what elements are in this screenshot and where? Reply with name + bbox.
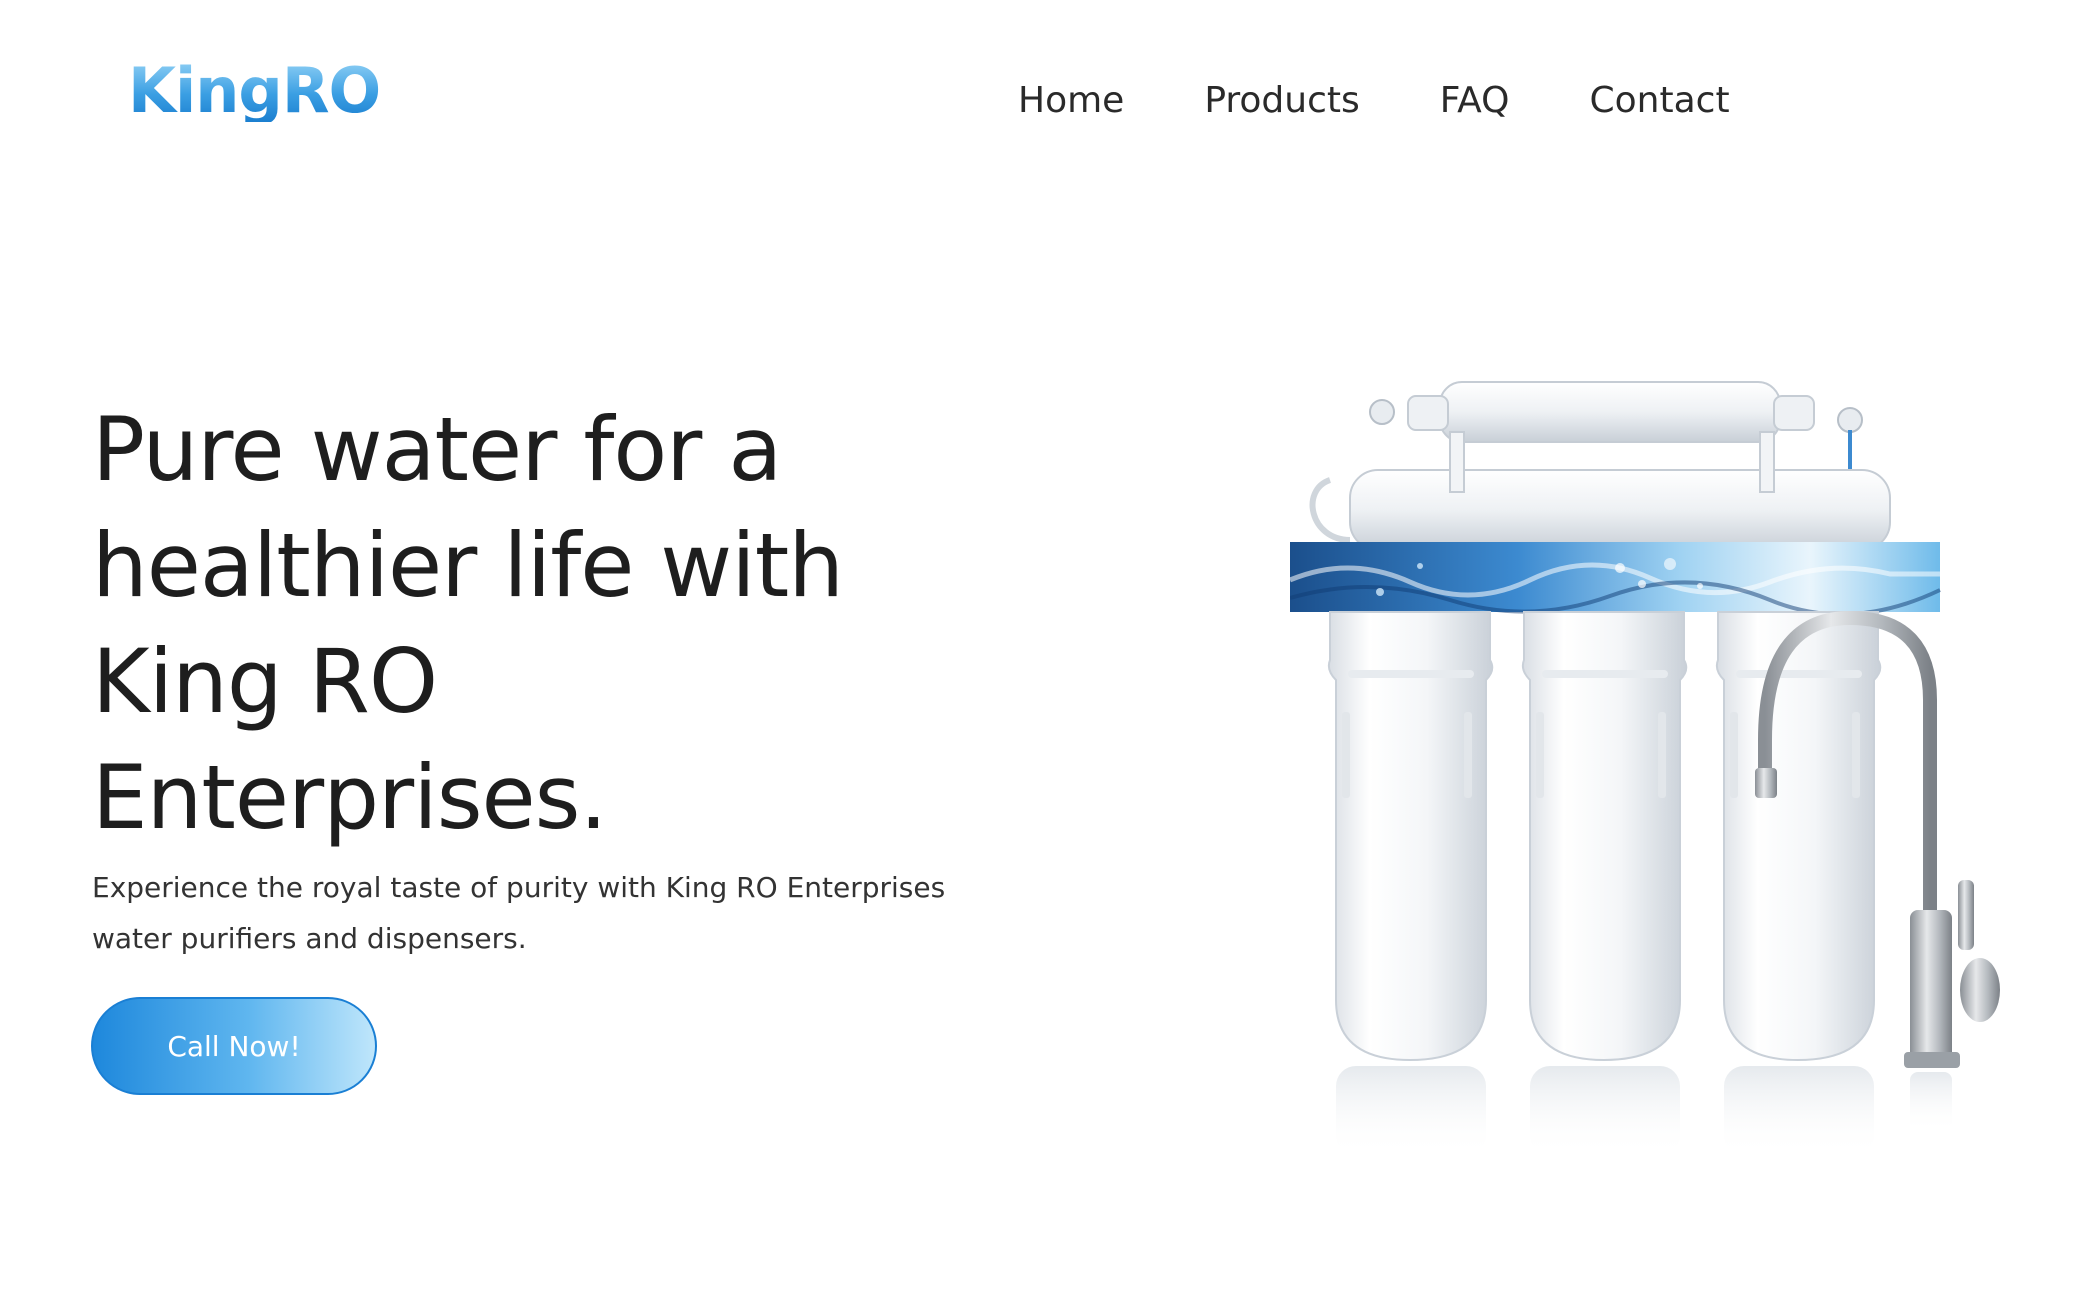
nav-item-home: Home (1018, 76, 1124, 126)
hero-title-line: Pure water for a (92, 398, 782, 501)
main-nav: Home Products FAQ Contact (1018, 76, 1730, 126)
nav-link-faq[interactable]: FAQ (1440, 80, 1510, 121)
brand-logo[interactable]: KingRO (128, 60, 381, 122)
nav-item-faq: FAQ (1440, 76, 1510, 126)
nav-link-contact[interactable]: Contact (1590, 80, 1730, 121)
nav-link-home[interactable]: Home (1018, 80, 1124, 121)
nav-link-products[interactable]: Products (1204, 80, 1359, 121)
ro-water-purifier-with-faucet-icon (1289, 360, 2070, 1170)
hero-title: Pure water for a healthier life with Kin… (92, 392, 992, 856)
hero-subtitle: Experience the royal taste of purity wit… (92, 862, 992, 964)
hero-subtitle-line: Experience the royal taste of purity wit… (92, 871, 946, 904)
nav-item-contact: Contact (1590, 76, 1730, 126)
hero-title-line: healthier life with (92, 514, 844, 617)
landing-page: KingRO Home Products FAQ Contact Pure wa… (0, 0, 2092, 1290)
call-now-button[interactable]: Call Now! (91, 997, 377, 1095)
hero-title-line: Enterprises. (92, 746, 608, 849)
nav-item-products: Products (1204, 76, 1359, 126)
hero-title-line: King RO (92, 630, 438, 733)
hero-subtitle-line: water purifiers and dispensers. (92, 922, 527, 955)
